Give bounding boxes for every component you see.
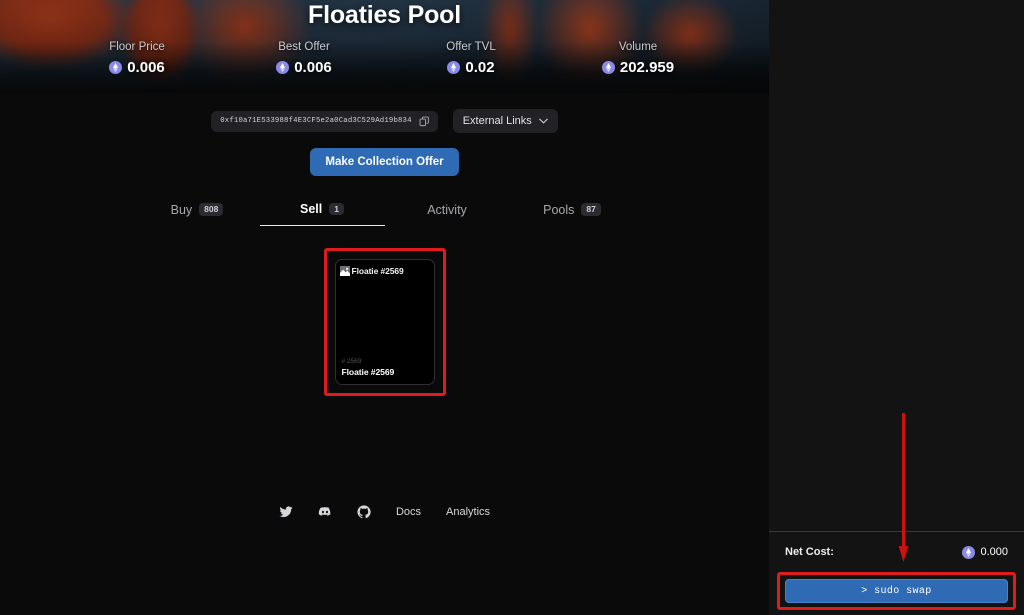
- tab-pools[interactable]: Pools 87: [510, 198, 635, 226]
- tab-badge: 808: [199, 203, 224, 216]
- stat-label: Floor Price: [109, 41, 165, 53]
- net-cost-value-wrap: 0.000: [962, 545, 1008, 559]
- nft-name: Floatie #2569: [341, 367, 395, 377]
- tab-activity[interactable]: Activity: [385, 198, 510, 226]
- stat-number: 0.02: [465, 59, 495, 76]
- nft-token-id: # 2569: [341, 358, 362, 365]
- stat-value-wrap: 202.959: [583, 59, 693, 76]
- stats-row: Floor Price 0.006 Best Offer 0.006 Offer…: [0, 41, 769, 76]
- tab-label: Sell: [300, 202, 323, 216]
- nft-image-broken: Floatie #2569: [336, 260, 434, 276]
- contract-address-pill[interactable]: 0xf10a71E533988f4E3CF5e2a0Cad3C529Ad19b8…: [211, 110, 438, 132]
- twitter-icon[interactable]: [279, 505, 293, 519]
- net-cost-value: 0.000: [980, 546, 1008, 558]
- contract-address-text: 0xf10a71E533988f4E3CF5e2a0Cad3C529Ad19b8…: [220, 117, 412, 125]
- ethereum-icon: [447, 61, 461, 74]
- stat-label: Volume: [618, 41, 658, 53]
- collection-banner: Floaties Pool Floor Price 0.006 Best Off…: [0, 0, 769, 93]
- stat-number: 202.959: [619, 59, 675, 76]
- tab-label: Buy: [170, 202, 193, 217]
- external-links-label: External Links: [462, 115, 532, 127]
- site-footer: Docs Analytics: [0, 505, 769, 519]
- nft-grid: Floatie #2569 # 2569 Floatie #2569: [0, 248, 769, 396]
- discord-icon[interactable]: [318, 505, 332, 519]
- stat-volume: Volume 202.959: [583, 41, 693, 76]
- tab-badge: 87: [581, 203, 601, 216]
- app-root: Floaties Pool Floor Price 0.006 Best Off…: [0, 0, 1024, 615]
- external-links-dropdown[interactable]: External Links: [452, 109, 558, 133]
- stat-number: 0.006: [127, 59, 165, 76]
- tab-bar: Buy 808 Sell 1 Activity Pools 87: [0, 198, 769, 226]
- stat-label: Best Offer: [278, 41, 330, 53]
- nft-card-floatie-2569[interactable]: Floatie #2569 # 2569 Floatie #2569: [334, 259, 435, 385]
- stat-number: 0.006: [294, 59, 332, 76]
- make-collection-offer-button[interactable]: Make Collection Offer: [310, 148, 459, 176]
- annotation-arrow-down: [898, 413, 909, 562]
- tab-label: Pools: [543, 202, 575, 217]
- cta-row: Make Collection Offer: [0, 148, 769, 176]
- tab-badge: 1: [329, 202, 344, 216]
- net-cost-label: Net Cost:: [785, 546, 834, 558]
- ethereum-icon: [276, 61, 290, 74]
- sudo-swap-button[interactable]: > sudo swap: [785, 579, 1008, 603]
- stat-best-offer: Best Offer 0.006: [249, 41, 359, 76]
- ethereum-icon: [601, 61, 615, 74]
- main-content-column: Floaties Pool Floor Price 0.006 Best Off…: [0, 0, 769, 615]
- banner-content: Floaties Pool Floor Price 0.006 Best Off…: [0, 0, 769, 76]
- tab-sell[interactable]: Sell 1: [259, 198, 385, 226]
- tab-buy[interactable]: Buy 808: [135, 198, 260, 226]
- chevron-down-icon: [538, 118, 548, 124]
- github-icon[interactable]: [357, 505, 371, 519]
- ethereum-icon: [962, 545, 976, 559]
- contract-address-row: 0xf10a71E533988f4E3CF5e2a0Cad3C529Ad19b8…: [0, 109, 769, 133]
- nft-image-alt-text: Floatie #2569: [351, 266, 404, 276]
- page-title: Floaties Pool: [308, 1, 461, 29]
- stat-offer-tvl: Offer TVL 0.02: [416, 41, 526, 76]
- stat-floor-price: Floor Price 0.006: [82, 41, 192, 76]
- footer-link-docs[interactable]: Docs: [396, 506, 421, 518]
- stat-label: Offer TVL: [446, 41, 496, 53]
- panel-divider: [769, 531, 1024, 532]
- swap-side-panel: Net Cost: 0.000 > sudo swap: [769, 0, 1024, 615]
- stat-value-wrap: 0.02: [416, 59, 526, 76]
- ethereum-icon: [109, 61, 123, 74]
- stat-value-wrap: 0.006: [82, 59, 192, 76]
- broken-image-icon: [339, 266, 350, 276]
- net-cost-row: Net Cost: 0.000: [769, 541, 1024, 563]
- tab-label: Activity: [427, 202, 467, 217]
- copy-icon[interactable]: [419, 116, 430, 127]
- footer-link-analytics[interactable]: Analytics: [446, 506, 490, 518]
- nft-card-highlight: Floatie #2569 # 2569 Floatie #2569: [323, 248, 446, 396]
- nft-card-footer: # 2569 Floatie #2569: [342, 358, 395, 377]
- stat-value-wrap: 0.006: [249, 59, 359, 76]
